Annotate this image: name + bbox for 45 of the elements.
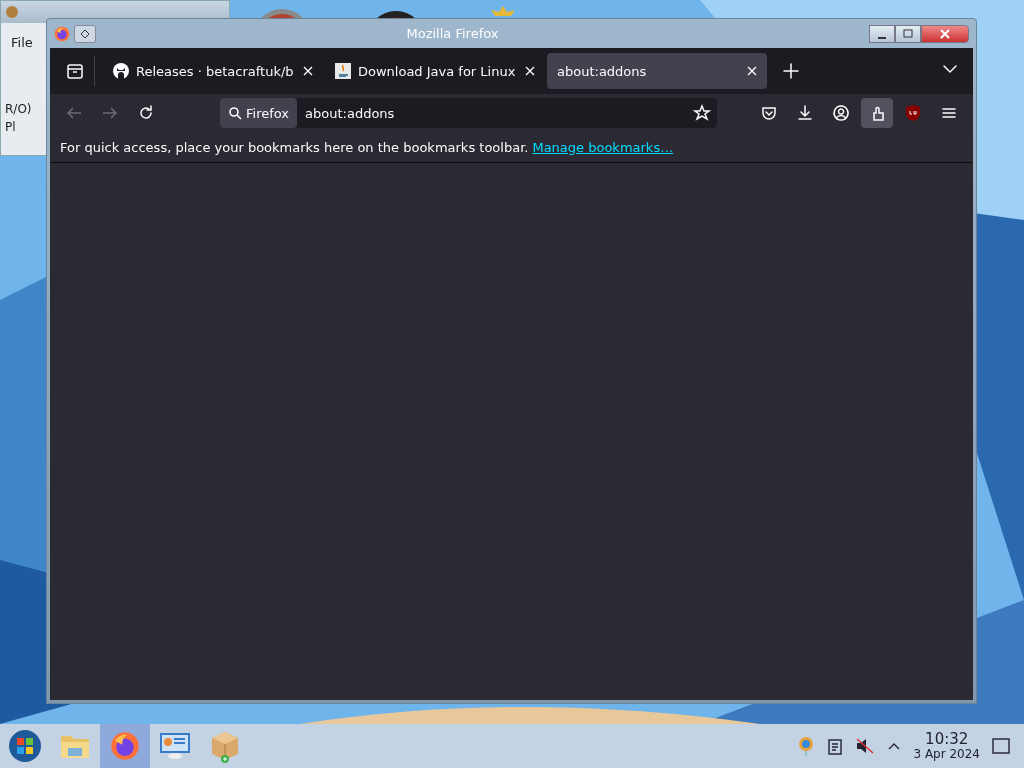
list-item: R/O) (5, 102, 32, 116)
firefox-view-icon[interactable] (66, 62, 84, 80)
clock-time[interactable]: 10:32 (925, 731, 969, 748)
bookmark-star-icon[interactable] (693, 104, 711, 122)
window-title: Mozilla Firefox (405, 26, 500, 41)
close-icon[interactable] (747, 66, 757, 76)
java-icon (335, 63, 351, 79)
maximize-button[interactable] (895, 24, 921, 43)
new-tab-icon[interactable] (782, 62, 800, 80)
close-icon[interactable] (525, 66, 535, 76)
expand-tray-icon[interactable] (887, 741, 902, 751)
muted-speaker-icon[interactable] (855, 737, 876, 755)
menu-item[interactable]: File (11, 35, 33, 50)
close-button[interactable] (921, 24, 969, 43)
minimize-icon (878, 36, 886, 39)
browser-tab[interactable]: Releases · betacraftuk/b (103, 53, 323, 89)
pocket-icon[interactable] (760, 104, 778, 122)
close-icon (940, 28, 950, 39)
account-icon[interactable] (832, 104, 850, 122)
firefox-icon[interactable] (110, 731, 140, 761)
url-text: about:addons (304, 105, 396, 121)
search-icon (228, 106, 242, 120)
show-desktop-icon[interactable] (992, 738, 1010, 754)
bookmarks-hint: For quick access, place your bookmarks here on the bookmarks toolbar. (60, 139, 529, 155)
github-icon (113, 63, 129, 79)
start-icon[interactable] (8, 729, 42, 763)
maximize-icon (903, 28, 913, 39)
browser-tab[interactable]: Download Java for Linux (325, 53, 545, 89)
list-item: Pl (5, 120, 16, 134)
browser-tab[interactable]: about:addons (547, 53, 767, 89)
remote-desktop-icon[interactable] (159, 732, 191, 760)
pin-button[interactable] (74, 24, 96, 43)
taskbar-button[interactable] (100, 724, 150, 768)
app-icon (5, 5, 19, 19)
diamond-icon (80, 28, 90, 39)
minimize-button[interactable] (869, 24, 895, 43)
manage-bookmarks-link[interactable]: Manage bookmarks… (532, 139, 674, 155)
clipboard-icon[interactable] (827, 737, 844, 755)
firefox-icon (54, 25, 70, 42)
reload-icon[interactable] (137, 104, 155, 122)
clock-date[interactable]: 3 Apr 2024 (913, 747, 980, 761)
close-icon[interactable] (303, 66, 313, 76)
shield-icon[interactable] (905, 104, 921, 122)
address-bar[interactable]: Firefox about:addons (220, 98, 717, 128)
download-icon[interactable] (796, 104, 814, 122)
